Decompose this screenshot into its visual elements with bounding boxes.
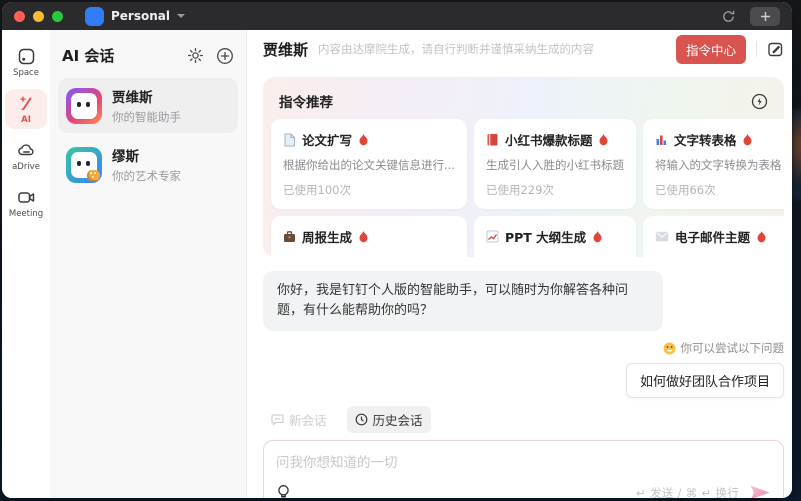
smiley-icon — [663, 342, 676, 355]
bolt-circle-icon[interactable] — [751, 93, 768, 110]
prompt-recommendations: 指令推荐 论文扩写 根据你给出的论文关键信息进行... — [263, 77, 784, 257]
sidebar-item-space[interactable]: Space — [5, 42, 47, 82]
briefcase-icon — [283, 230, 296, 243]
palette-icon — [87, 170, 100, 181]
card-desc: 将输入的文字转换为表格 — [655, 157, 782, 173]
sidebar-item-meeting[interactable]: Meeting — [5, 183, 47, 223]
line-chart-icon — [486, 230, 499, 243]
message-input[interactable] — [276, 451, 771, 483]
prompt-card[interactable]: 论文扩写 根据你给出的论文关键信息进行... 已使用100次 — [271, 119, 467, 209]
assistant-message: 你好，我是钉钉个人版的智能助手，可以随时为你解答各种问题，有什么能帮助你的吗？ — [263, 271, 663, 331]
chat-header: 贾维斯 内容由达摩院生成，请自行判断并谨慎采纳生成的内容 指令中心 — [263, 30, 784, 68]
tab-history[interactable]: 历史会话 — [347, 406, 431, 433]
suggested-question-button[interactable]: 如何做好团队合作项目 — [626, 363, 784, 398]
space-icon — [17, 47, 36, 66]
message-input-box: ↵ 发送 / ⌘ ↵ 换行 — [263, 440, 784, 498]
conversation-desc: 你的智能助手 — [112, 109, 181, 125]
desktop-backdrop: Personal Space — [0, 0, 801, 501]
prompt-card[interactable]: 小红书爆款标题 生成引人入胜的小红书标题 已使用229次 — [474, 119, 636, 209]
flame-icon — [358, 230, 369, 243]
prompts-title: 指令推荐 — [279, 91, 751, 111]
bulb-icon[interactable] — [276, 484, 291, 498]
plus-circle-icon[interactable] — [216, 47, 234, 65]
zoom-icon[interactable] — [52, 11, 63, 22]
new-tab-button[interactable] — [750, 7, 780, 26]
clock-icon — [355, 413, 368, 426]
sidebar-item-adrive[interactable]: aDrive — [5, 136, 47, 176]
gear-icon[interactable] — [187, 47, 204, 64]
sidebar-item-label: aDrive — [12, 162, 40, 172]
edit-icon[interactable] — [767, 41, 784, 58]
conversation-item-muse[interactable]: 缪斯 你的艺术专家 — [58, 137, 238, 192]
chevron-down-icon — [177, 14, 185, 18]
sidebar-item-ai[interactable]: AI — [5, 89, 47, 129]
plus-icon — [760, 11, 771, 22]
chat-bubble-icon — [271, 413, 284, 426]
chat-main: 贾维斯 内容由达摩院生成，请自行判断并谨慎采纳生成的内容 指令中心 指令推荐 — [247, 30, 792, 498]
video-camera-icon — [17, 188, 36, 207]
cloud-icon — [17, 141, 36, 160]
card-desc: 生成引人入胜的小红书标题 — [486, 157, 624, 173]
send-plane-icon[interactable] — [749, 483, 771, 498]
prompt-card[interactable]: PPT 大纲生成 — [474, 216, 636, 257]
conversation-name: 贾维斯 — [112, 86, 181, 106]
shortcut-hint: ↵ 发送 / ⌘ ↵ 换行 — [636, 485, 739, 498]
flame-icon — [598, 133, 609, 146]
left-rail: Space AI aDrive — [2, 30, 50, 498]
titlebar: Personal — [2, 2, 792, 30]
sidebar-item-label: AI — [21, 115, 31, 125]
refresh-icon[interactable] — [721, 9, 736, 24]
bar-chart-icon — [655, 133, 668, 146]
prompt-card[interactable]: 周报生成 — [271, 216, 467, 257]
conversation-item-jarvis[interactable]: 贾维斯 你的智能助手 — [58, 78, 238, 133]
try-suggestions-label-row: 你可以尝试以下问题 — [263, 340, 784, 356]
conversation-tabs: 新会话 历史会话 — [263, 406, 784, 433]
card-usage: 已使用100次 — [283, 182, 455, 198]
card-usage: 已使用66次 — [655, 182, 782, 198]
minimize-icon[interactable] — [33, 11, 44, 22]
prompt-card[interactable]: 电子邮件主题 — [643, 216, 784, 257]
muse-avatar — [66, 147, 102, 183]
flame-icon — [592, 230, 603, 243]
conversation-desc: 你的艺术专家 — [112, 168, 181, 184]
jarvis-avatar — [66, 88, 102, 124]
prompt-card[interactable]: 文字转表格 将输入的文字转换为表格 已使用66次 — [643, 119, 784, 209]
try-label: 你可以尝试以下问题 — [681, 340, 785, 356]
disclaimer-text: 内容由达摩院生成，请自行判断并谨慎采纳生成的内容 — [318, 41, 676, 57]
assistant-title: 贾维斯 — [263, 39, 308, 60]
workspace-switcher[interactable]: Personal — [85, 7, 185, 26]
conversation-name: 缪斯 — [112, 145, 181, 165]
close-icon[interactable] — [14, 11, 25, 22]
flame-icon — [358, 133, 369, 146]
divider — [756, 41, 757, 57]
sidebar-item-label: Meeting — [9, 209, 43, 219]
backdrop-blur — [791, 110, 801, 200]
card-usage: 已使用229次 — [486, 182, 624, 198]
command-center-button[interactable]: 指令中心 — [676, 35, 746, 64]
app-window: Personal Space — [2, 2, 792, 498]
card-desc: 根据你给出的论文关键信息进行... — [283, 157, 455, 173]
red-book-icon — [486, 133, 499, 146]
conversation-panel: AI 会话 贾维斯 你的智能助手 — [50, 30, 247, 498]
sidebar-item-label: Space — [13, 68, 39, 78]
flame-icon — [742, 133, 753, 146]
ai-pen-icon — [17, 94, 36, 113]
panel-title: AI 会话 — [62, 45, 175, 66]
envelope-icon — [655, 231, 669, 242]
tab-new-chat[interactable]: 新会话 — [263, 406, 335, 433]
workspace-avatar-icon — [85, 7, 104, 26]
flame-icon — [756, 230, 767, 243]
document-icon — [283, 133, 296, 147]
workspace-name: Personal — [111, 9, 170, 23]
